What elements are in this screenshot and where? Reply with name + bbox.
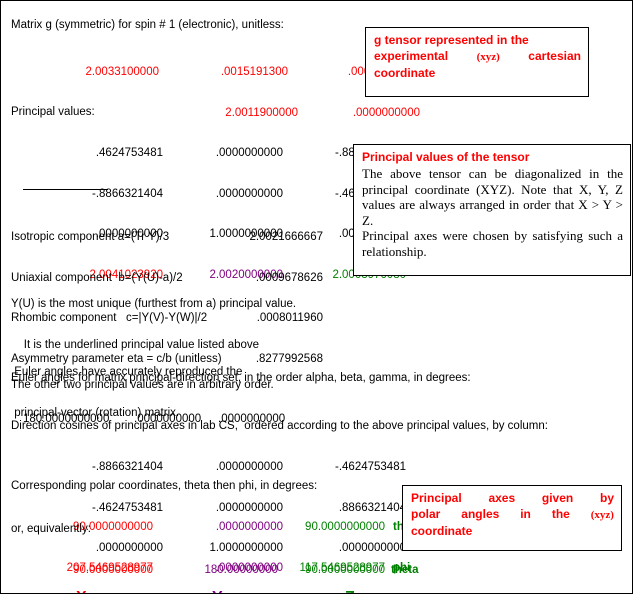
callout-principal-values-body2: Principal axes were chosen by satisfying… xyxy=(362,228,623,259)
callout-g-tensor-line2-b: cartesian xyxy=(528,49,581,63)
matrix-cell: 2.0011900000 xyxy=(225,106,298,119)
callout-g-tensor: g tensor represented in the experimental… xyxy=(365,27,589,97)
callout-polar-axes: Principal axes given by polar angles in … xyxy=(402,485,622,551)
matrix-heading: Matrix g (symmetric) for spin # 1 (elect… xyxy=(11,19,284,31)
polar-theta-z: 90.0000000000 xyxy=(305,521,385,533)
direction-cosine-cell: -.4624753481 xyxy=(335,461,406,473)
callout-polar-axes-line1: Principal axes given by xyxy=(411,491,614,505)
callout-principal-values-heading: Principal values of the tensor xyxy=(362,150,530,164)
callout-principal-values-body: The above tensor can be diagonalized in … xyxy=(362,166,623,228)
matrix-row: 2.0033100000 .0015191300 .0000000000 xyxy=(1,66,415,80)
euler-heading: Euler angles for matrix principal-direct… xyxy=(11,372,471,384)
callout-g-tensor-line2-a: experimental xyxy=(374,49,449,63)
polar-heading: Corresponding polar coordinates, theta t… xyxy=(11,480,318,492)
component-value: 2.0021666667 xyxy=(249,231,323,243)
output-listing-page: Matrix g (symmetric) for spin # 1 (elect… xyxy=(0,0,633,594)
callout-polar-axes-line2: polar angles in the (xyz) xyxy=(411,507,614,523)
matrix-cell: 2.0033100000 xyxy=(85,66,159,78)
direction-cosine-row: -.8866321404 .0000000000 -.4624753481 xyxy=(1,461,406,475)
callout-polar-axes-line2-a: polar angles in the xyxy=(411,507,570,521)
matrix-cell: .0015191300 xyxy=(220,66,288,78)
component-label: Isotropic component a=(Tr Y)/3 xyxy=(11,231,170,243)
principal-values-heading: Principal values: xyxy=(11,106,95,118)
matrix-cell: .0000000000 xyxy=(352,106,420,119)
callout-principal-values: Principal values of the tensor The above… xyxy=(353,144,631,276)
direction-cosine-cell: .0000000000 xyxy=(215,461,283,473)
principal-vector-row: .4624753481 .0000000000 -.8866321404 xyxy=(1,147,406,161)
callout-polar-axes-line3: coordinate xyxy=(411,524,473,538)
principal-vector-cell: .0000000000 xyxy=(215,147,283,159)
component-row: Isotropic component a=(Tr Y)/3 2.0021666… xyxy=(1,231,361,245)
callout-g-tensor-line3: coordinate xyxy=(374,66,436,80)
axis-letters-row: X Y Z xyxy=(1,564,421,593)
principal-vector-cell: .4624753481 xyxy=(95,147,163,159)
principal-vector-cell: .0000000000 xyxy=(215,187,283,200)
callout-polar-axes-line2-xyz: (xyz) xyxy=(590,509,614,521)
direction-cosine-cell: -.8866321404 xyxy=(92,461,163,473)
callout-g-tensor-line2: experimental (xyz) cartesian xyxy=(374,49,581,65)
callout-g-tensor-line1: g tensor represented in the xyxy=(374,33,529,47)
equivalently-heading: or, equivalently: xyxy=(11,523,91,535)
callout-g-tensor-line2-xyz: (xyz) xyxy=(476,51,500,63)
direction-cosines-heading: Direction cosines of principal axes in l… xyxy=(11,420,548,432)
yu-note-line: Y(U) is the most unique (furthest from a… xyxy=(11,298,297,310)
unique-value-underline xyxy=(23,189,108,190)
